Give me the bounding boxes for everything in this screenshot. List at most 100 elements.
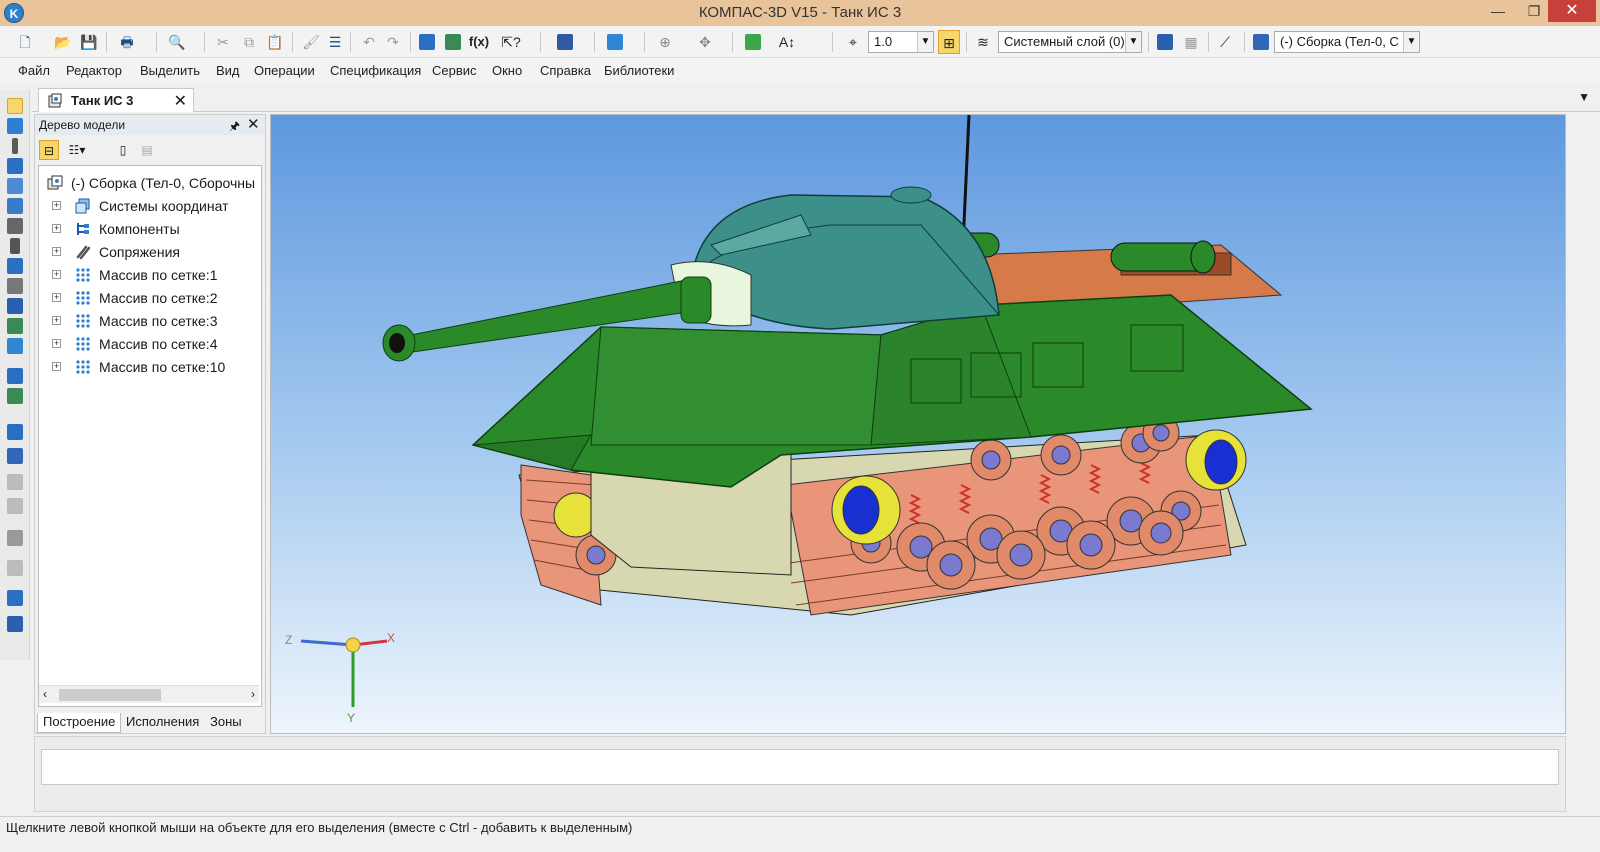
3d-viewport[interactable]: Z X Y	[270, 114, 1566, 734]
maximize-button[interactable]: ❐	[1516, 0, 1552, 22]
expand-icon[interactable]: +	[52, 224, 61, 233]
tree-item[interactable]: + Массив по сетке:4	[39, 333, 261, 355]
measure-icon[interactable]: ⟋	[1214, 30, 1236, 54]
edit-mode-icon[interactable]	[7, 98, 23, 114]
menu-service[interactable]: Сервис	[432, 63, 477, 78]
tree-props-icon[interactable]: ▯	[113, 140, 133, 160]
local-cs-icon[interactable]: ▦	[1180, 30, 1202, 54]
tab-zones[interactable]: Зоны	[205, 713, 247, 733]
close-window-button[interactable]: ✕	[1548, 0, 1596, 22]
library-icon[interactable]	[7, 590, 23, 606]
help-pointer-icon[interactable]: ⇱?	[500, 30, 522, 54]
menu-specification[interactable]: Спецификация	[330, 63, 421, 78]
snap-icon[interactable]: ⌖	[842, 30, 864, 54]
tab-list-icon[interactable]: ▼	[1578, 90, 1590, 104]
document-tab[interactable]: Танк ИС 3 ✕	[38, 88, 194, 112]
save-icon[interactable]: 💾	[78, 30, 100, 54]
tree-structure-icon[interactable]: ☷▾	[67, 140, 87, 160]
assembly-select[interactable]: (-) Сборка (Тел-0, С ▼	[1274, 31, 1420, 53]
scale-field[interactable]: 1.0 ▼	[868, 31, 934, 53]
layers-icon[interactable]: ≋	[972, 30, 994, 54]
tank-model[interactable]	[271, 115, 1566, 734]
manager-icon[interactable]	[416, 30, 438, 54]
menu-operations[interactable]: Операции	[254, 63, 315, 78]
reports-icon[interactable]	[7, 298, 23, 314]
menu-libraries[interactable]: Библиотеки	[604, 63, 674, 78]
sketch-icon[interactable]	[10, 238, 20, 254]
tree-item[interactable]: + Сопряжения	[39, 241, 261, 263]
surfaces-icon[interactable]	[7, 158, 23, 174]
tree-settings-icon[interactable]: ▤	[137, 140, 157, 160]
menu-help[interactable]: Справка	[540, 63, 591, 78]
rebuild-icon[interactable]	[742, 30, 764, 54]
tree-item[interactable]: + Массив по сетке:3	[39, 310, 261, 332]
pin-icon[interactable]: 🖈	[229, 117, 240, 138]
scroll-thumb[interactable]	[59, 689, 161, 701]
close-tab-icon[interactable]: ✕	[174, 91, 187, 111]
coordinates-icon[interactable]	[1154, 30, 1176, 54]
elements-icon[interactable]	[7, 318, 23, 334]
components-tool-icon[interactable]	[7, 424, 23, 440]
open-folder-icon[interactable]: 📂	[52, 30, 74, 54]
auxiliary-geometry-icon[interactable]	[7, 198, 23, 214]
expand-icon[interactable]: +	[52, 316, 61, 325]
zoom-icon[interactable]: ⊕	[654, 30, 676, 54]
tab-construction[interactable]: Построение	[37, 713, 122, 733]
menu-editor[interactable]: Редактор	[66, 63, 122, 78]
filter-icon[interactable]	[7, 258, 23, 274]
variables-icon[interactable]	[442, 30, 464, 54]
scroll-left-icon[interactable]: ‹	[43, 687, 47, 701]
properties-icon[interactable]: ☰	[324, 30, 346, 54]
sheet-metal-icon[interactable]	[7, 338, 23, 354]
undo-icon[interactable]: ↶	[358, 30, 380, 54]
menu-view[interactable]: Вид	[216, 63, 240, 78]
layer-select[interactable]: Системный слой (0) ▼	[998, 31, 1142, 53]
tree-item[interactable]: + Компоненты	[39, 218, 261, 240]
mates-tool-icon[interactable]	[7, 218, 23, 234]
tab-versions[interactable]: Исполнения	[121, 713, 204, 733]
tree-item[interactable]: + Массив по сетке:10	[39, 356, 261, 378]
format-painter-icon[interactable]: 🖌	[300, 30, 322, 54]
expand-icon[interactable]: +	[52, 362, 61, 371]
application-icon[interactable]	[7, 616, 23, 632]
redo-icon[interactable]: ↷	[382, 30, 404, 54]
search-icon[interactable]	[7, 530, 23, 546]
tree-item[interactable]: + Массив по сетке:2	[39, 287, 261, 309]
close-panel-icon[interactable]: ✕	[247, 115, 260, 133]
measure-tool-icon[interactable]	[7, 368, 23, 384]
scroll-right-icon[interactable]: ›	[251, 687, 255, 701]
preview-icon[interactable]: 🔍	[166, 30, 188, 54]
expand-icon[interactable]: +	[52, 201, 61, 210]
expand-icon[interactable]: +	[52, 270, 61, 279]
chevron-down-icon[interactable]: ▼	[1125, 32, 1141, 52]
tree-item[interactable]: + Массив по сетке:1	[39, 264, 261, 286]
view-orientation-icon[interactable]	[604, 30, 626, 54]
fx-button[interactable]: f(x)	[466, 30, 492, 54]
diagnostics-icon[interactable]	[7, 388, 23, 404]
print-icon[interactable]: 🖶	[116, 30, 138, 54]
chevron-down-icon[interactable]: ▼	[917, 32, 933, 52]
menu-window[interactable]: Окно	[492, 63, 522, 78]
curves-icon[interactable]	[12, 138, 18, 154]
paste-icon[interactable]: 📋	[264, 30, 286, 54]
dimension-icon[interactable]: A↕	[776, 30, 798, 54]
tree-root[interactable]: (-) Сборка (Тел-0, Сборочны	[39, 172, 261, 194]
tree-item[interactable]: + Системы координат	[39, 195, 261, 217]
specification-tool-icon[interactable]	[7, 278, 23, 294]
minimize-button[interactable]: —	[1480, 0, 1516, 22]
new-document-icon[interactable]: 🗋	[14, 30, 36, 54]
expand-icon[interactable]: +	[52, 247, 61, 256]
menu-select[interactable]: Выделить	[140, 63, 200, 78]
arrays-icon[interactable]	[7, 178, 23, 194]
shading-icon[interactable]	[554, 30, 576, 54]
solid-operations-icon[interactable]	[7, 118, 23, 134]
chevron-down-icon[interactable]: ▼	[1403, 32, 1419, 52]
pan-icon[interactable]: ✥	[694, 30, 716, 54]
assembly-icon[interactable]	[1250, 30, 1272, 54]
expand-icon[interactable]: +	[52, 293, 61, 302]
tree-view-icon[interactable]: ⊟	[39, 140, 59, 160]
expand-icon[interactable]: +	[52, 339, 61, 348]
grid-snap-icon[interactable]: ⊞	[938, 30, 960, 54]
copy-icon[interactable]: ⧉	[238, 30, 260, 54]
menu-file[interactable]: Файл	[18, 63, 50, 78]
